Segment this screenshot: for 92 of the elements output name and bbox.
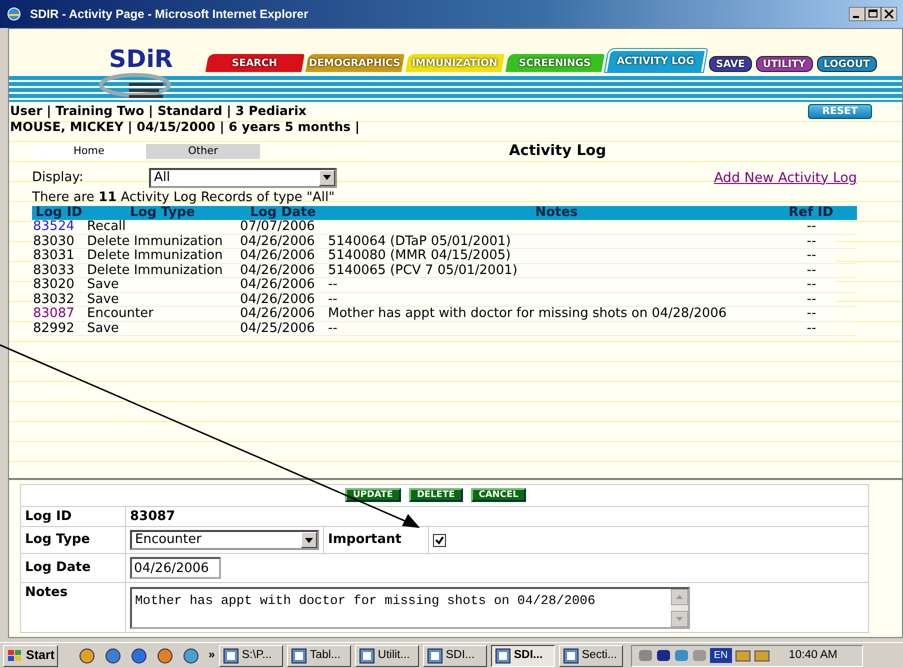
log-date-field[interactable]: 04/26/2006 (130, 557, 221, 579)
table-cell: -- (327, 321, 786, 336)
log-type-select[interactable]: Encounter (130, 530, 319, 550)
taskbar-task[interactable]: Secti... (558, 644, 623, 666)
table-cell: Delete Immunization (86, 248, 239, 263)
table-cell: -- (786, 234, 836, 248)
table-cell: Mother has appt with doctor for missing shots on 04/28/2006 (327, 306, 786, 321)
table-cell: 04/26/2006 (239, 263, 327, 278)
table-cell: Encounter (86, 306, 239, 321)
clock: 10:40 AM (788, 648, 838, 663)
scroll-up-icon (671, 588, 688, 604)
table-cell: Save (86, 292, 239, 306)
table-cell: -- (327, 292, 786, 306)
table-cell: -- (786, 278, 836, 292)
table-cell: Recall (86, 220, 239, 234)
table-cell: 04/26/2006 (239, 292, 327, 306)
taskbar-task[interactable]: SDI... (490, 644, 555, 666)
form-button[interactable]: CANCEL (470, 488, 526, 502)
window-title: SDIR - Activity Page - Microsoft Internet Explorer (30, 6, 310, 23)
taskbar-task[interactable]: Tabl... (286, 644, 351, 666)
table-cell: Save (86, 278, 239, 292)
nav-button[interactable]: LOGOUT (816, 56, 877, 72)
minimize-icon[interactable] (849, 7, 865, 21)
table-cell: -- (786, 220, 836, 234)
table-cell: 83031 (32, 248, 86, 263)
table-cell: 04/26/2006 (239, 248, 327, 263)
column-header: Notes (327, 206, 786, 220)
table-cell: Delete Immunization (86, 234, 239, 248)
dropdown-arrow-icon (305, 538, 313, 542)
table-cell: 07/07/2006 (239, 220, 327, 234)
user-info-line: MOUSE, MICKEY | 04/15/2000 | 6 years 5 months | (10, 119, 360, 135)
table-cell: 04/25/2006 (239, 321, 327, 336)
column-header: Ref ID (786, 206, 836, 220)
field-label: Log ID (20, 506, 126, 526)
window-icon (426, 648, 443, 664)
logo: SDiR (99, 27, 171, 103)
important-checkbox[interactable] (433, 534, 446, 546)
taskbar-task[interactable]: SDI... (422, 644, 487, 666)
window-icon (358, 648, 375, 664)
table-cell: -- (786, 263, 836, 278)
table-cell: -- (786, 248, 836, 263)
table-cell: 04/26/2006 (239, 306, 327, 321)
window-icon (222, 648, 239, 664)
column-header: Log Type (86, 206, 239, 220)
form-button[interactable]: UPDATE (345, 488, 401, 502)
page-title: Activity Log (509, 142, 606, 161)
field-label: Log Date (20, 554, 126, 582)
language-indicator[interactable]: EN (710, 648, 732, 663)
display-select[interactable]: All (149, 168, 337, 188)
display-label: Display: (32, 169, 84, 188)
windows-logo-icon (7, 648, 23, 662)
form-button[interactable]: DELETE (408, 488, 463, 502)
table-cell: 83030 (32, 234, 86, 248)
window-icon (562, 648, 579, 664)
sub-tab[interactable]: Home (32, 144, 146, 160)
start-button[interactable]: Start (3, 644, 58, 666)
table-cell: Delete Immunization (86, 263, 239, 278)
check-icon (435, 536, 444, 544)
table-cell: -- (786, 321, 836, 336)
table-cell: 83033 (32, 263, 86, 278)
window-icon (494, 648, 511, 664)
taskbar-task[interactable]: S:\P... (218, 644, 283, 666)
column-header: Log ID (32, 206, 86, 220)
record-count: There are 11 Activity Log Records of type "All" (32, 191, 336, 205)
maximize-icon[interactable] (865, 7, 881, 21)
close-icon[interactable] (881, 7, 897, 21)
table-cell: 83020 (32, 278, 86, 292)
scroll-down-icon (671, 610, 688, 626)
table-cell: 5140064 (DTaP 05/01/2001) (327, 234, 786, 248)
add-activity-log-link[interactable]: Add New Activity Log (714, 168, 857, 188)
table-cell: 04/26/2006 (239, 234, 327, 248)
table-cell: 5140080 (MMR 04/15/2005) (327, 248, 786, 263)
column-header: Log Date (239, 206, 327, 220)
user-info-line: User | Training Two | Standard | 3 Pediarix (10, 103, 308, 119)
sub-tab[interactable]: Other (146, 144, 260, 160)
table-cell: 5140065 (PCV 7 05/01/2001) (327, 263, 786, 278)
taskbar-task[interactable]: Utilit... (354, 644, 419, 666)
table-cell: -- (786, 306, 836, 321)
table-cell: 04/26/2006 (239, 278, 327, 292)
nav-button[interactable]: SAVE (709, 56, 752, 72)
window-icon (290, 648, 307, 664)
nav-tab[interactable]: SEARCH (205, 54, 305, 72)
nav-button[interactable]: UTILITY (756, 56, 813, 72)
table-cell: 83032 (32, 292, 86, 306)
field-label: Log Type (20, 526, 126, 554)
table-cell: Save (86, 321, 239, 336)
table-cell: -- (327, 278, 786, 292)
more-button[interactable]: » (208, 646, 215, 664)
table-cell: 82992 (32, 321, 86, 336)
dropdown-arrow-icon (323, 175, 331, 180)
field-label: Notes (20, 582, 126, 632)
table-cell: -- (786, 292, 836, 306)
